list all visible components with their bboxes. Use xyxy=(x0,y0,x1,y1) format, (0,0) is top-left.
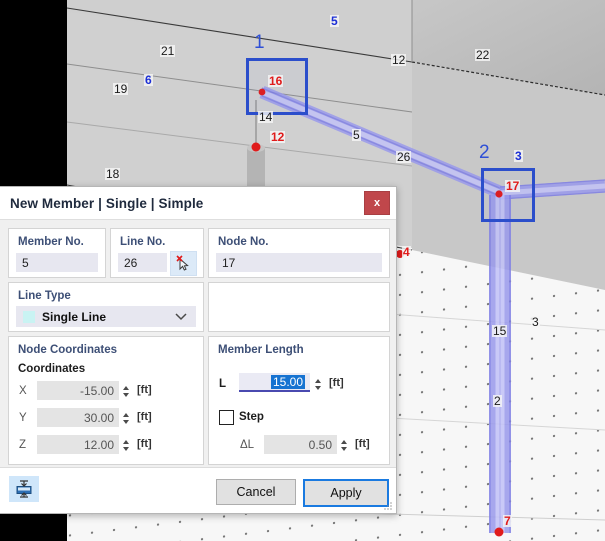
member-no-field[interactable]: 5 xyxy=(16,253,98,272)
cancel-button[interactable]: Cancel xyxy=(216,479,296,505)
node-no-label: Node No. xyxy=(218,236,269,248)
model-label-19-1: 19 xyxy=(113,82,129,96)
line-no-group: Line No. 26 xyxy=(110,228,204,278)
model-label-4-16: 4 xyxy=(402,245,411,259)
coord-z-field[interactable]: 12.00 xyxy=(37,435,119,454)
model-label-2-19: 2 xyxy=(493,394,502,408)
model-label-16-6: 16 xyxy=(268,74,284,88)
length-l-unit: [ft] xyxy=(329,377,344,389)
member-length-group: Member Length L 15.00 [ft] Step ΔL 0.50 … xyxy=(208,336,390,465)
model-label-5-11: 5 xyxy=(352,128,361,142)
snap-object-icon[interactable] xyxy=(9,476,39,502)
model-label-12-9: 12 xyxy=(391,53,407,67)
dialog-footer: Cancel Apply xyxy=(0,467,396,513)
member-length-label: Member Length xyxy=(218,344,304,356)
length-l-field[interactable]: 15.00 xyxy=(239,373,310,392)
length-l-stepper[interactable] xyxy=(312,375,323,393)
length-l-value: 15.00 xyxy=(270,374,305,389)
delta-l-stepper[interactable] xyxy=(338,436,349,454)
coord-x-label: X xyxy=(19,385,27,397)
length-l-label: L xyxy=(219,378,227,390)
coord-y-label: Y xyxy=(19,412,27,424)
model-label-2-13: 2 xyxy=(479,142,490,163)
empty-group-box xyxy=(208,282,390,332)
model-label-1-7: 1 xyxy=(254,32,265,53)
model-label-14-4: 14 xyxy=(258,110,274,124)
line-type-color-swatch xyxy=(23,310,35,323)
member-no-group: Member No. 5 xyxy=(8,228,106,278)
dialog-title-bar[interactable]: New Member | Single | Simple x xyxy=(0,187,396,220)
model-label-3-14: 3 xyxy=(514,149,523,163)
model-label-26-12: 26 xyxy=(396,150,412,164)
line-type-select[interactable]: Single Line xyxy=(16,306,196,327)
pick-cursor-glyph xyxy=(176,255,189,271)
model-label-18-3: 18 xyxy=(105,167,121,181)
coord-y-stepper[interactable] xyxy=(120,409,131,427)
line-type-group: Line Type Single Line xyxy=(8,282,204,332)
coord-y-unit: [ft] xyxy=(137,411,152,423)
step-checkbox[interactable] xyxy=(219,410,234,425)
model-label-21-0: 21 xyxy=(160,44,176,58)
coord-x-unit: [ft] xyxy=(137,384,152,396)
new-member-dialog[interactable]: New Member | Single | Simple x Member No… xyxy=(0,186,397,514)
delta-l-field[interactable]: 0.50 xyxy=(264,435,337,454)
delta-l-label: ΔL xyxy=(240,439,255,451)
model-label-5-8: 5 xyxy=(330,14,339,28)
coord-y-field[interactable]: 30.00 xyxy=(37,408,119,427)
model-label-12-5: 12 xyxy=(270,130,286,144)
coord-x-stepper[interactable] xyxy=(120,382,131,400)
coord-z-stepper[interactable] xyxy=(120,436,131,454)
resize-grip-icon[interactable] xyxy=(383,501,393,511)
node-coordinates-group: Node Coordinates Coordinates X -15.00 [f… xyxy=(8,336,204,465)
coord-x-field[interactable]: -15.00 xyxy=(37,381,119,400)
coordinates-sub-label: Coordinates xyxy=(18,363,86,375)
model-label-22-10: 22 xyxy=(475,48,491,62)
line-no-label: Line No. xyxy=(120,236,166,248)
pick-cursor-icon[interactable] xyxy=(170,251,197,276)
chevron-down-icon xyxy=(175,310,187,324)
selection-box-node-17[interactable] xyxy=(481,168,535,222)
member-no-label: Member No. xyxy=(18,236,84,248)
coord-z-label: Z xyxy=(19,439,27,451)
model-label-7-20: 7 xyxy=(503,514,512,528)
line-type-value: Single Line xyxy=(42,309,107,324)
line-type-label: Line Type xyxy=(18,290,71,302)
model-label-6-2: 6 xyxy=(144,73,153,87)
node-no-group: Node No. 17 xyxy=(208,228,390,278)
node-coordinates-label: Node Coordinates xyxy=(18,344,118,356)
model-label-17-15: 17 xyxy=(505,179,521,193)
model-label-3-17: 3 xyxy=(531,315,540,329)
model-label-15-18: 15 xyxy=(492,324,508,338)
line-no-field[interactable]: 26 xyxy=(118,253,167,272)
viewport-black-margin-bottom xyxy=(0,512,67,541)
delta-l-unit: [ft] xyxy=(355,438,370,450)
close-icon[interactable]: x xyxy=(364,191,390,215)
node-no-field[interactable]: 17 xyxy=(216,253,382,272)
coord-z-unit: [ft] xyxy=(137,438,152,450)
step-label: Step xyxy=(239,411,264,423)
snap-object-glyph xyxy=(16,480,32,498)
apply-button[interactable]: Apply xyxy=(303,479,389,507)
dialog-title: New Member | Single | Simple xyxy=(10,195,204,211)
